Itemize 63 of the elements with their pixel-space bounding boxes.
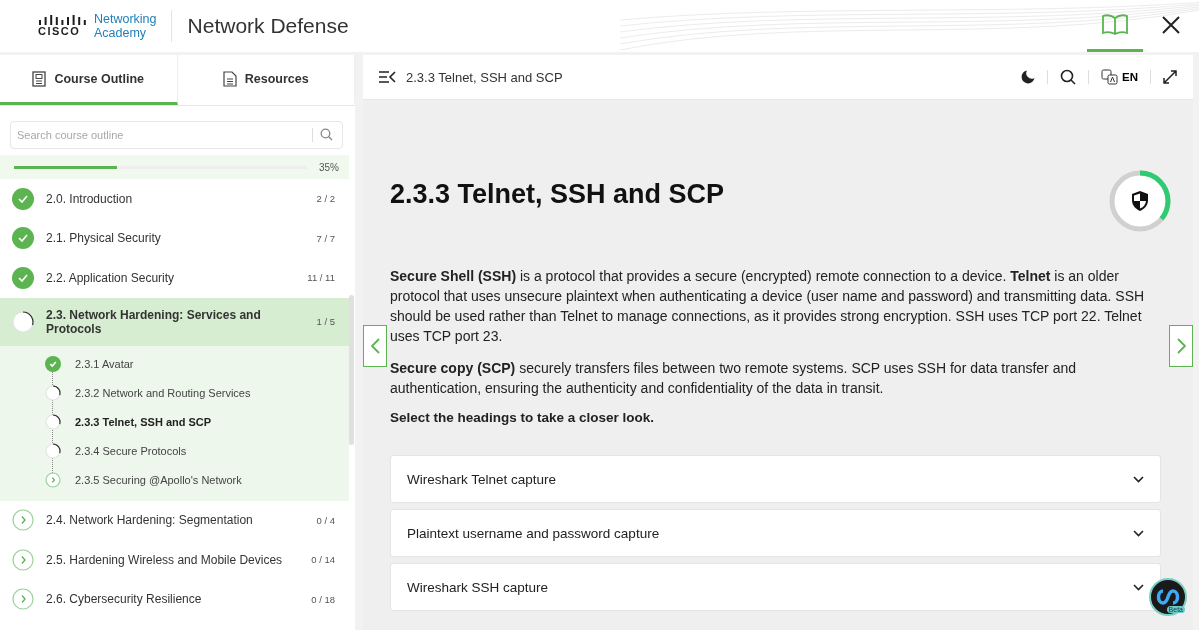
status-icon [12, 588, 34, 611]
outline-item[interactable]: 2.1. Physical Security 7 / 7 [0, 218, 349, 258]
fullscreen-button[interactable] [1163, 70, 1177, 84]
chevron-left-icon [370, 338, 380, 354]
chevron-icon [1133, 583, 1144, 591]
menu-collapse-icon [379, 71, 396, 83]
logo-wordmark: CISCO [38, 25, 81, 37]
outline-item[interactable]: 2.5. Hardening Wireless and Mobile Devices 0 / 14 [0, 540, 349, 580]
search-field[interactable]: Search course outline [10, 121, 343, 149]
chevron-right-icon [1176, 338, 1186, 354]
status-icon [45, 472, 61, 488]
page-title: 2.3.3 Telnet, SSH and SCP [390, 179, 726, 210]
app-title: Network Defense [187, 14, 349, 38]
expand-icon [1163, 70, 1177, 84]
status-icon [12, 187, 34, 210]
outline-item[interactable]: 2.6. Cybersecurity Resilience 0 / 18 [0, 579, 349, 619]
status-icon [45, 385, 61, 401]
outline-subitem[interactable]: 2.3.4 Secure Protocols [45, 436, 349, 466]
sidebar-tab[interactable]: Course Outline [0, 55, 178, 105]
outline-subitem[interactable]: 2.3.5 Securing @Apollo's Network [45, 465, 349, 495]
language-button[interactable]: EN [1101, 69, 1138, 85]
outline-subitem[interactable]: 2.3.2 Network and Routing Services [45, 378, 349, 408]
status-icon [45, 356, 61, 372]
body-paragraph: Secure Shell (SSH) is a protocol that provides a secure (encrypted) remote connection to a device. Telnet is an older protocol that uses unsecure plaintext when authenticating a device (user name and password) and transmitting data. SSH should be used rather than Telnet to manage connections, as it provides strong encryption. SSH uses TCP port 22. Telnet uses TCP port 23. [390, 267, 1146, 346]
outline-item[interactable]: 2.3. Network Hardening: Services and Protocols 1 / 5 [0, 297, 349, 346]
page-breadcrumb: 2.3.3 Telnet, SSH and SCP [406, 69, 563, 85]
book-icon [1102, 13, 1128, 36]
translate-icon [1101, 69, 1118, 85]
assistant-logo-icon [1156, 589, 1180, 605]
collapse-menu-button[interactable] [379, 71, 396, 83]
chevron-icon [1133, 475, 1144, 483]
logo-icon [38, 15, 88, 25]
status-icon [12, 509, 34, 532]
outline-item[interactable]: 2.2. Application Security 11 / 11 [0, 258, 349, 298]
accordion-header[interactable]: Plaintext username and password capture [390, 509, 1161, 557]
status-icon [12, 548, 34, 571]
status-icon [45, 414, 61, 430]
search-icon [1060, 69, 1076, 85]
status-icon [12, 310, 34, 333]
status-icon [45, 443, 61, 459]
accordion-header[interactable]: Wireshark Telnet capture [390, 455, 1161, 503]
status-icon [12, 266, 34, 289]
brand-name: Networking [94, 12, 157, 26]
brand-name: Academy [94, 26, 148, 40]
accordion-header[interactable]: Wireshark SSH capture [390, 563, 1161, 611]
document-icon [222, 70, 237, 87]
outline-item[interactable]: 2.0. Introduction 2 / 2 [0, 179, 349, 219]
body-paragraph: Secure copy (SCP) securely transfers files between two remote systems. SCP uses SSH for data transfer and authentication, ensuring the authenticity and confidentiality of the data in transit. [390, 359, 1078, 398]
next-page-button[interactable] [1169, 325, 1193, 367]
moon-icon [1021, 70, 1035, 84]
chevron-icon [1133, 529, 1144, 537]
outline-item[interactable]: 2.4. Network Hardening: Segmentation 0 / 4 [0, 500, 349, 540]
dark-mode-button[interactable] [1021, 70, 1035, 84]
search-button[interactable] [1060, 69, 1076, 85]
search-icon [320, 128, 333, 141]
instruction-text: Select the headings to take a closer look. [390, 410, 656, 425]
close-icon [1162, 15, 1180, 34]
previous-page-button[interactable] [363, 325, 387, 367]
progress-percent: 35% [319, 161, 339, 173]
outline-subitem[interactable]: 2.3.3 Telnet, SSH and SCP [45, 407, 349, 437]
outline-subitem[interactable]: 2.3.1 Avatar [45, 349, 349, 379]
outline-icon [32, 70, 47, 87]
status-icon [12, 227, 34, 250]
